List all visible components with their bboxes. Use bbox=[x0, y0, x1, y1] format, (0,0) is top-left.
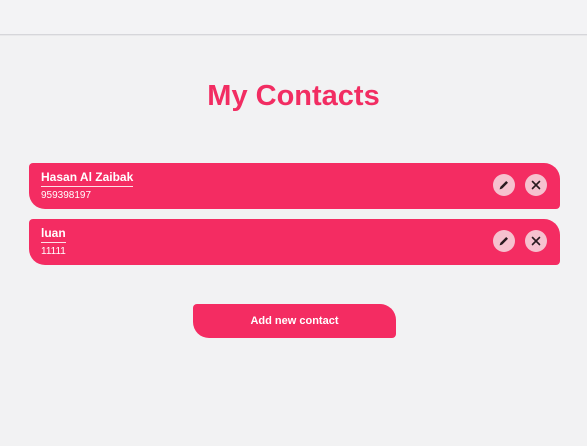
contact-name: Hasan Al Zaibak bbox=[41, 170, 134, 187]
edit-contact-button[interactable] bbox=[493, 230, 515, 252]
delete-contact-button[interactable] bbox=[525, 230, 547, 252]
close-icon bbox=[531, 236, 541, 246]
page-title: My Contacts bbox=[207, 80, 380, 112]
contact-card: luan 11111 bbox=[29, 219, 560, 265]
add-contact-button[interactable]: Add new contact bbox=[193, 304, 396, 338]
contact-phone: 11111 bbox=[41, 246, 66, 257]
edit-contact-button[interactable] bbox=[493, 174, 515, 196]
close-icon bbox=[531, 180, 541, 190]
pencil-icon bbox=[499, 237, 508, 246]
delete-contact-button[interactable] bbox=[525, 174, 547, 196]
contact-card: Hasan Al Zaibak 959398197 bbox=[29, 163, 560, 209]
contact-phone: 959398197 bbox=[41, 190, 92, 201]
top-bar-divider bbox=[0, 35, 587, 36]
pencil-icon bbox=[499, 181, 508, 190]
contact-name: luan bbox=[41, 226, 66, 243]
top-bar bbox=[0, 0, 587, 35]
